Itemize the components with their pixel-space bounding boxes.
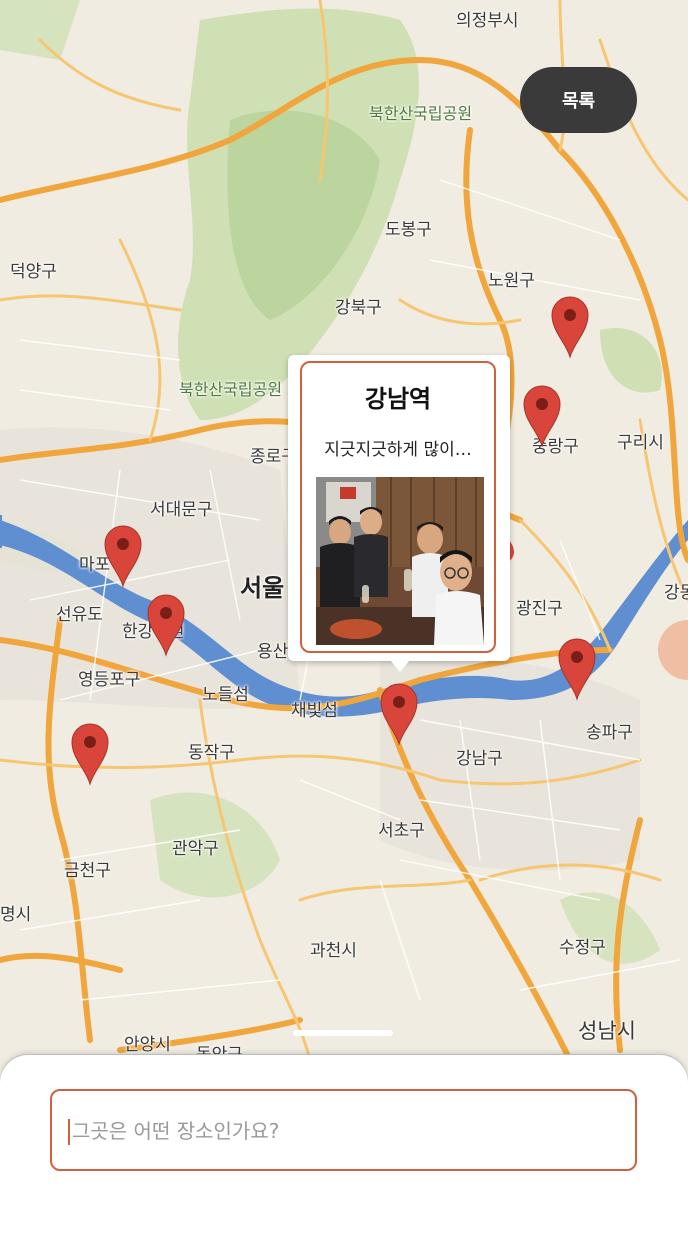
- map-label-deogyang: 덕양구: [10, 262, 57, 282]
- map-label-geumcheon: 금천구: [64, 861, 111, 881]
- map-label-bukhansan-top: 북한산국립공원: [369, 104, 473, 123]
- map-label-songpa: 송파구: [586, 723, 633, 743]
- map-label-bukhansan-mid: 북한산국립공원: [179, 380, 283, 399]
- map-label-gangnam: 강남구: [456, 749, 503, 769]
- map-label-dobong: 도봉구: [385, 220, 432, 240]
- map-label-seoul: 서울: [240, 574, 285, 602]
- list-button[interactable]: 목록: [520, 67, 637, 133]
- map-label-gwangmyeong: 명시: [0, 905, 32, 925]
- map-label-guri: 구리시: [617, 433, 664, 453]
- map-label-seonyudo: 선유도: [56, 605, 103, 625]
- map-marker-icon[interactable]: [555, 635, 599, 701]
- map-label-gwanak: 관악구: [172, 839, 219, 859]
- popup-description: 지긋지긋하게 많이…: [324, 440, 472, 460]
- map-label-gangbuk: 강북구: [335, 298, 382, 318]
- map-label-seongnam: 성남시: [578, 1019, 636, 1043]
- home-indicator: [293, 1030, 393, 1036]
- map-label-uijeongbu: 의정부시: [456, 11, 519, 31]
- map-label-gwacheon: 과천시: [310, 941, 357, 961]
- popup-photo[interactable]: [316, 477, 484, 645]
- map-marker-icon[interactable]: [377, 680, 421, 746]
- map-label-seodaemun: 서대문구: [150, 500, 213, 520]
- map-label-gwangjin: 광진구: [516, 599, 563, 619]
- map-label-gangdong: 강동구: [664, 583, 688, 603]
- map-label-nowon: 노원구: [488, 271, 535, 291]
- map-label-yeongdeungpo: 영등포구: [78, 670, 141, 690]
- map-label-nodeulseom: 노들섬: [202, 685, 249, 705]
- map-label-sujeong: 수정구: [559, 938, 606, 958]
- map-marker-icon[interactable]: [520, 382, 564, 448]
- popup-pointer: [390, 660, 410, 672]
- map-marker-icon[interactable]: [68, 720, 112, 786]
- popup-frame: 강남역 지긋지긋하게 많이…: [300, 361, 496, 653]
- bottom-sheet: [0, 1055, 688, 1235]
- group-photo-image: [316, 477, 484, 645]
- place-description-input[interactable]: [70, 1091, 614, 1171]
- map-marker-icon[interactable]: [548, 293, 592, 359]
- place-popup[interactable]: 강남역 지긋지긋하게 많이…: [288, 355, 510, 661]
- place-description-field[interactable]: [50, 1089, 637, 1171]
- map-label-anyang: 안양시: [124, 1035, 171, 1055]
- map-label-saebitseom: 채빛섬: [291, 701, 338, 721]
- map-label-seocho: 서초구: [378, 821, 425, 841]
- map-marker-icon[interactable]: [101, 522, 145, 588]
- map-marker-icon[interactable]: [144, 591, 188, 657]
- map-label-dongjak: 동작구: [188, 743, 235, 763]
- popup-title: 강남역: [364, 385, 432, 413]
